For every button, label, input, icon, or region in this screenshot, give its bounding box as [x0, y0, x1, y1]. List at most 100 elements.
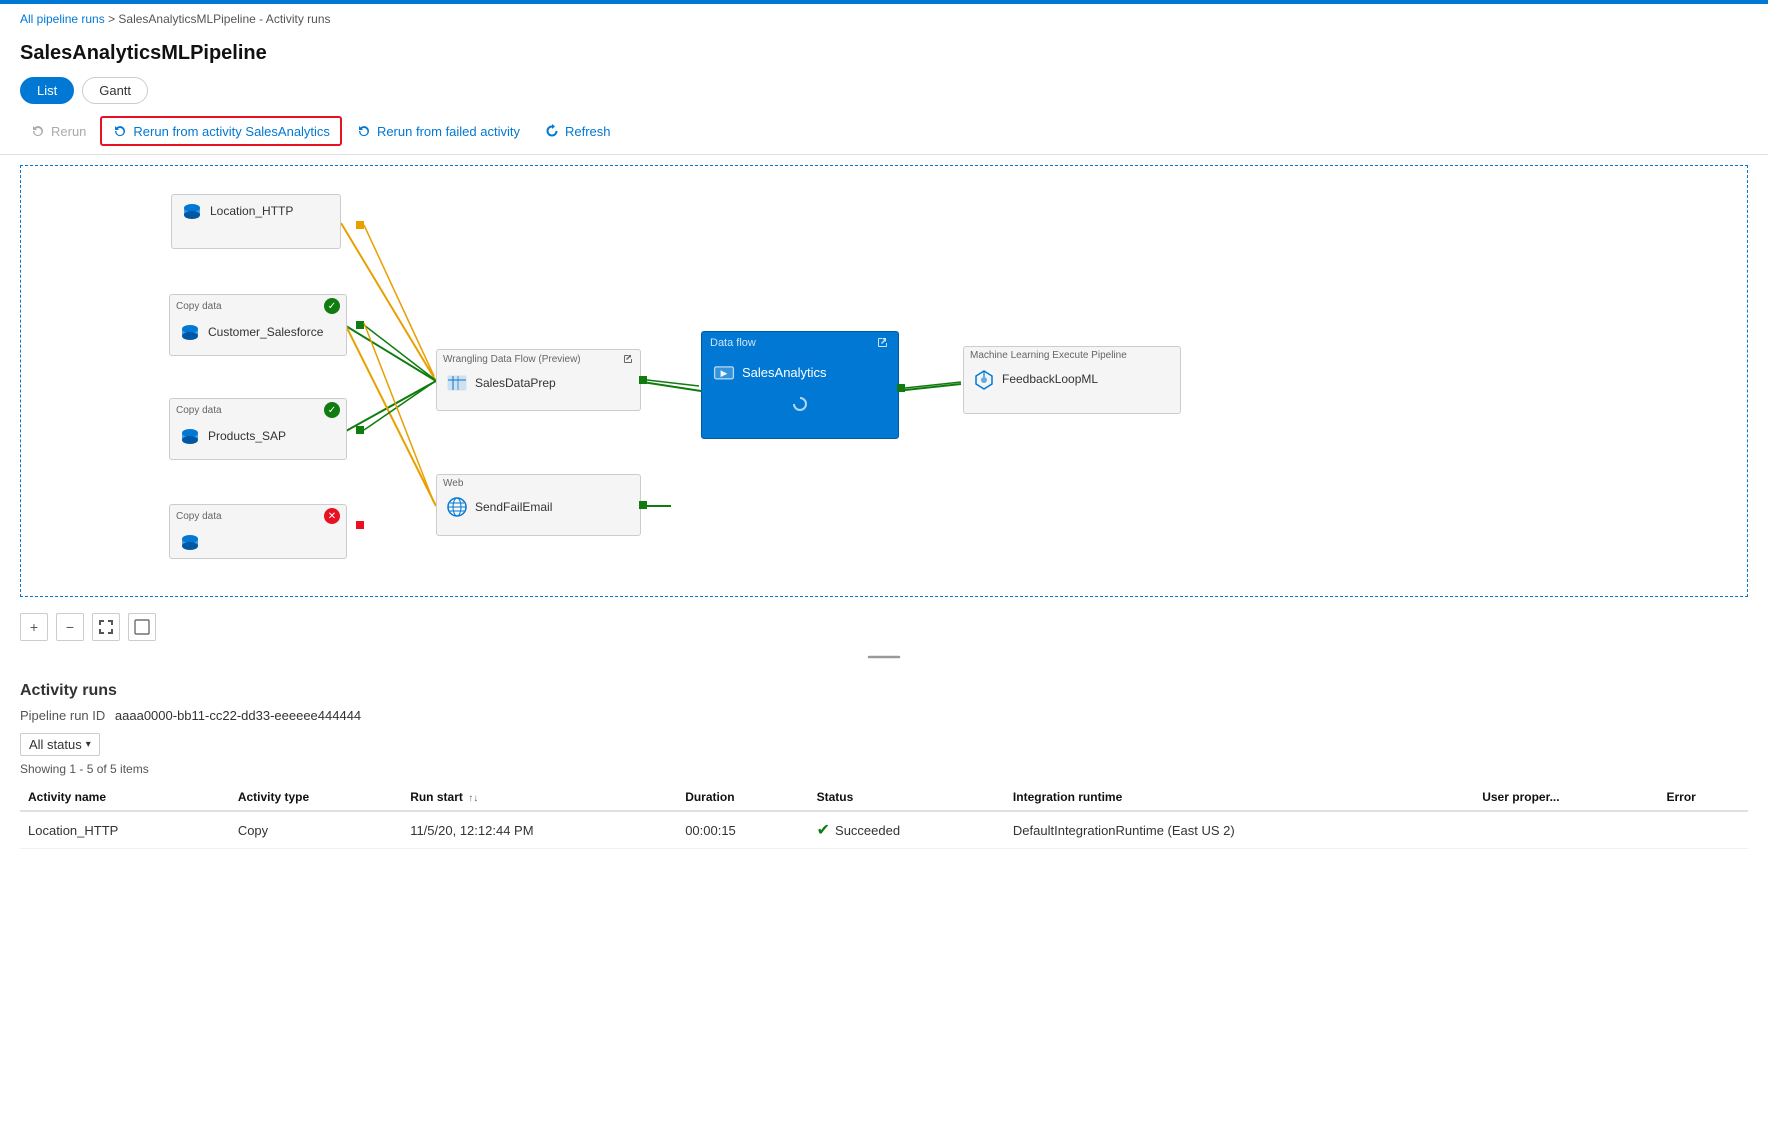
refresh-icon [544, 123, 560, 139]
cell-error [1658, 811, 1748, 849]
col-error: Error [1658, 784, 1748, 811]
breadcrumb-link[interactable]: All pipeline runs [20, 12, 105, 26]
activity-runs-table: Activity name Activity type Run start ↑↓… [20, 784, 1748, 849]
col-activity-name: Activity name [20, 784, 230, 811]
cell-user-properties [1474, 811, 1658, 849]
node-header-customer: Copy data ✓ [170, 295, 346, 316]
dataflow-icon [712, 360, 736, 384]
separator-icon [864, 653, 904, 661]
node-sales-data-prep[interactable]: Wrangling Data Flow (Preview) SalesDataP… [436, 349, 641, 411]
ml-icon [972, 367, 996, 391]
node-copy-data-3[interactable]: Copy data ✕ [169, 504, 347, 559]
external-link-icon [622, 353, 634, 365]
cell-activity-name: Location_HTTP [20, 811, 230, 849]
canvas-controls: + − [0, 607, 1768, 647]
cell-status: ✔ Succeeded [809, 811, 1005, 849]
col-status: Status [809, 784, 1005, 811]
activity-runs-title: Activity runs [20, 682, 1748, 700]
filter-row: All status ▾ [20, 733, 1748, 756]
http-icon [180, 199, 204, 223]
products-sap-label: Products_SAP [208, 429, 286, 443]
send-fail-email-label: SendFailEmail [475, 500, 552, 514]
node-header-web: Web [437, 475, 640, 491]
sales-analytics-label: SalesAnalytics [742, 365, 827, 380]
showing-text: Showing 1 - 5 of 5 items [20, 762, 1748, 776]
status-cell: ✔ Succeeded [817, 820, 997, 840]
wrangling-icon [445, 371, 469, 395]
node-body-customer: Customer_Salesforce [170, 316, 346, 350]
node-sales-analytics[interactable]: Data flow SalesAnalytics [701, 331, 899, 439]
cell-duration: 00:00:15 [677, 811, 808, 849]
status-success-products: ✓ [324, 402, 340, 418]
zoom-in-button[interactable]: + [20, 613, 48, 641]
node-products-sap[interactable]: Copy data ✓ Products_SAP [169, 398, 347, 460]
node-header-wrangling: Wrangling Data Flow (Preview) [437, 350, 640, 367]
pipeline-canvas: Location_HTTP Copy data ✓ Customer_Sales… [21, 166, 1747, 596]
rerun-button[interactable]: Rerun [20, 118, 96, 144]
node-body-location: Location_HTTP [172, 195, 340, 229]
status-success-customer: ✓ [324, 298, 340, 314]
action-bar: Rerun Rerun from activity SalesAnalytics… [0, 112, 1768, 155]
fit-to-screen-button[interactable] [92, 613, 120, 641]
breadcrumb-current: SalesAnalyticsMLPipeline - Activity runs [118, 12, 330, 26]
col-user-properties: User proper... [1474, 784, 1658, 811]
web-icon [445, 495, 469, 519]
run-id-label: Pipeline run ID [20, 708, 105, 723]
run-id-value: aaaa0000-bb11-cc22-dd33-eeeeee444444 [115, 708, 361, 723]
sort-icon[interactable]: ↑↓ [468, 793, 478, 804]
col-duration: Duration [677, 784, 808, 811]
run-id-row: Pipeline run ID aaaa0000-bb11-cc22-dd33-… [20, 708, 1748, 723]
node-body-wrangling: SalesDataPrep [437, 367, 640, 401]
db-icon-copy3 [178, 530, 202, 554]
location-http-label: Location_HTTP [210, 204, 293, 218]
node-body-products: Products_SAP [170, 420, 346, 454]
customer-salesforce-label: Customer_Salesforce [208, 325, 323, 339]
node-feedback-loop-ml[interactable]: Machine Learning Execute Pipeline Feedba… [963, 346, 1181, 414]
breadcrumb: All pipeline runs > SalesAnalyticsMLPipe… [0, 4, 1768, 34]
cell-run-start: 11/5/20, 12:12:44 PM [402, 811, 677, 849]
rerun-from-activity-button[interactable]: Rerun from activity SalesAnalytics [100, 116, 342, 146]
breadcrumb-separator: > [108, 12, 118, 26]
node-send-fail-email[interactable]: Web SendFailEmail [436, 474, 641, 536]
node-body-web: SendFailEmail [437, 491, 640, 525]
node-body-dataflow: SalesAnalytics [702, 354, 898, 390]
col-integration-runtime: Integration runtime [1005, 784, 1474, 811]
status-error-copy3: ✕ [324, 508, 340, 524]
col-activity-type: Activity type [230, 784, 402, 811]
tabs-toolbar: List Gantt [0, 77, 1768, 104]
node-location-http[interactable]: Location_HTTP [171, 194, 341, 249]
status-text: Succeeded [835, 823, 900, 838]
sales-data-prep-label: SalesDataPrep [475, 376, 556, 390]
node-body-copy3 [170, 526, 346, 560]
status-filter-label: All status [29, 737, 82, 752]
node-header-products: Copy data ✓ [170, 399, 346, 420]
rerun-from-failed-button[interactable]: Rerun from failed activity [346, 118, 530, 144]
activity-runs-section: Activity runs Pipeline run ID aaaa0000-b… [0, 666, 1768, 849]
page-title: SalesAnalyticsMLPipeline [0, 34, 1768, 77]
node-header-dataflow: Data flow [702, 332, 898, 354]
rerun-icon [30, 123, 46, 139]
cell-activity-type: Copy [230, 811, 402, 849]
chevron-down-icon: ▾ [86, 739, 91, 750]
refresh-button[interactable]: Refresh [534, 118, 621, 144]
node-header-copy3: Copy data ✕ [170, 505, 346, 526]
cell-integration-runtime: DefaultIntegrationRuntime (East US 2) [1005, 811, 1474, 849]
rerun-activity-icon [112, 123, 128, 139]
col-run-start: Run start ↑↓ [402, 784, 677, 811]
node-body-ml: FeedbackLoopML [964, 363, 1180, 397]
table-row[interactable]: Location_HTTP Copy 11/5/20, 12:12:44 PM … [20, 811, 1748, 849]
success-check-icon: ✔ [817, 820, 830, 840]
external-link-icon-blue [876, 336, 890, 350]
node-header-ml: Machine Learning Execute Pipeline [964, 347, 1180, 363]
rerun-failed-icon [356, 123, 372, 139]
status-filter-dropdown[interactable]: All status ▾ [20, 733, 100, 756]
tab-list[interactable]: List [20, 77, 74, 104]
tab-gantt[interactable]: Gantt [82, 77, 148, 104]
dataflow-spinner [702, 390, 898, 418]
node-customer-salesforce[interactable]: Copy data ✓ Customer_Salesforce [169, 294, 347, 356]
zoom-out-button[interactable]: − [56, 613, 84, 641]
feedback-loop-ml-label: FeedbackLoopML [1002, 372, 1098, 386]
select-tool-button[interactable] [128, 613, 156, 641]
panel-separator[interactable] [0, 647, 1768, 666]
pipeline-canvas-area: Location_HTTP Copy data ✓ Customer_Sales… [20, 165, 1748, 597]
